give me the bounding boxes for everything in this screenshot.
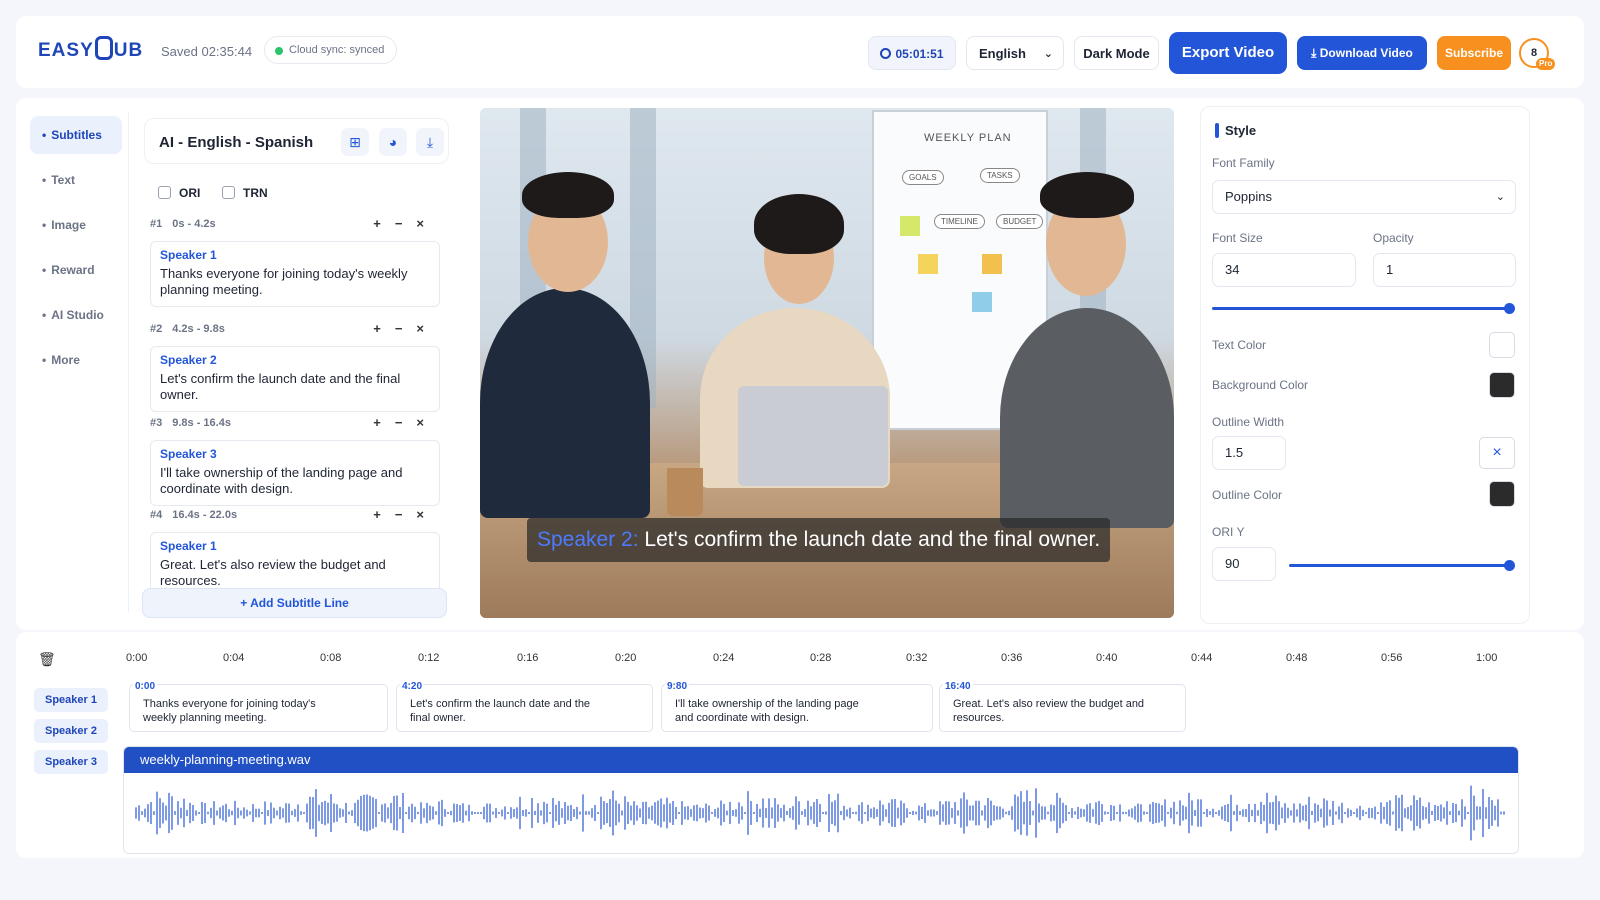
plus-icon[interactable]: + xyxy=(373,321,395,336)
audio-track[interactable]: weekly-planning-meeting.wav xyxy=(123,746,1519,854)
ori-y-slider[interactable] xyxy=(1289,560,1515,571)
timeline-clip[interactable]: 16:40 Great. Let's also review the budge… xyxy=(939,681,1186,732)
subtitle-item[interactable]: #2 4.2s - 9.8s +−× Speaker 2 Let's confir… xyxy=(150,320,440,412)
subtitle-item[interactable]: #1 0s - 4.2s +−× Speaker 1 Thanks everyon… xyxy=(150,215,440,307)
video-preview[interactable]: WEEKLY PLAN GOALS TASKS TIMELINE BUDGET … xyxy=(480,108,1174,618)
subtitle-box[interactable]: Speaker 1 Thanks everyone for joining to… xyxy=(150,241,440,307)
coffee-cup xyxy=(667,468,703,516)
subtitles-header: AI - English - Spanish ⊞ ◕ ⤓ xyxy=(144,118,449,164)
nav-item-image[interactable]: Image xyxy=(30,206,122,244)
palette-icon[interactable]: ◕ xyxy=(379,128,407,156)
audio-file-name: weekly-planning-meeting.wav xyxy=(124,747,1518,773)
plus-icon[interactable]: + xyxy=(373,216,395,231)
trn-checkbox[interactable]: TRN xyxy=(222,186,268,200)
font-size-input[interactable]: 34 xyxy=(1212,253,1356,287)
font-family-select[interactable]: Poppins ⌄ xyxy=(1212,180,1516,214)
save-status: Saved 02:35:44 xyxy=(161,44,253,59)
outline-width-input[interactable]: 1.5 xyxy=(1212,436,1286,470)
close-icon[interactable]: × xyxy=(416,507,438,522)
divider xyxy=(128,112,129,612)
person-right xyxy=(1000,308,1174,528)
export-video-button[interactable]: Export Video xyxy=(1169,32,1287,74)
laptop xyxy=(738,386,888,486)
subtitle-box[interactable]: Speaker 3 I'll take ownership of the lan… xyxy=(150,440,440,506)
opacity-input[interactable]: 1 xyxy=(1373,253,1516,287)
speaker-track-button[interactable]: Speaker 1 xyxy=(34,688,108,712)
audio-waveform[interactable] xyxy=(134,781,1510,845)
ori-y-input[interactable]: 90 xyxy=(1212,547,1276,581)
slider-knob[interactable] xyxy=(1504,560,1515,571)
close-icon[interactable]: × xyxy=(416,216,438,231)
subtitle-box[interactable]: Speaker 2 Let's confirm the launch date … xyxy=(150,346,440,412)
slider-knob[interactable] xyxy=(1504,303,1515,314)
text-color-swatch[interactable] xyxy=(1489,332,1515,358)
ori-checkbox[interactable]: ORI xyxy=(158,186,200,200)
nav-item-text[interactable]: Text xyxy=(30,161,122,199)
timeline-clip[interactable]: 4:20 Let's confirm the launch date and t… xyxy=(396,681,653,732)
subtitles-panel: AI - English - Spanish ⊞ ◕ ⤓ ORI TRN #1 0… xyxy=(142,118,449,618)
outline-color-swatch[interactable] xyxy=(1489,481,1515,507)
subscribe-button[interactable]: Subscribe xyxy=(1437,36,1511,70)
layout-icon[interactable]: ⊞ xyxy=(341,128,369,156)
avatar[interactable]: 8 Pro xyxy=(1519,38,1556,70)
app-logo[interactable]: EASY UB xyxy=(38,36,143,62)
plus-icon[interactable]: + xyxy=(373,507,395,522)
timer-display: 05:01:51 xyxy=(868,36,956,70)
dark-mode-button[interactable]: Dark Mode xyxy=(1074,36,1159,70)
chevron-down-icon: ⌄ xyxy=(1043,48,1053,60)
timeline-panel: 🗑 0:00 0:04 0:08 0:12 0:16 0:20 0:24 0:2… xyxy=(16,632,1584,858)
close-icon[interactable]: × xyxy=(416,321,438,336)
chevron-down-icon: ⌄ xyxy=(1495,191,1505,203)
timeline-clip[interactable]: 9:80 I'll take ownership of the landing … xyxy=(661,681,933,732)
minus-icon[interactable]: − xyxy=(395,216,417,231)
plus-icon[interactable]: + xyxy=(373,415,395,430)
opacity-slider[interactable] xyxy=(1212,303,1515,314)
background-color-swatch[interactable] xyxy=(1489,372,1515,398)
subtitle-item[interactable]: #3 9.8s - 16.4s +−× Speaker 3 I'll take o… xyxy=(150,414,440,506)
nav-item-reward[interactable]: Reward xyxy=(30,251,122,289)
subtitle-caption[interactable]: Speaker 2: Let's confirm the launch date… xyxy=(527,518,1111,562)
side-nav: Subtitles Text Image Reward AI Studio Mo… xyxy=(30,116,122,386)
download-video-button[interactable]: ⤓ Download Video xyxy=(1297,36,1427,70)
pro-badge: Pro xyxy=(1536,58,1556,70)
nav-item-subtitles[interactable]: Subtitles xyxy=(30,116,122,154)
language-select[interactable]: English ⌄ xyxy=(966,36,1064,70)
top-bar: EASY UB Saved 02:35:44 Cloud sync: synced… xyxy=(16,16,1584,88)
style-panel: Style Font Family Poppins ⌄ Font Size Opa… xyxy=(1200,106,1530,624)
style-title: Style xyxy=(1215,123,1256,138)
download-icon[interactable]: ⤓ xyxy=(416,128,444,156)
timeline-clip[interactable]: 0:00 Thanks everyone for joining today's… xyxy=(129,681,388,732)
editor-panel: Subtitles Text Image Reward AI Studio Mo… xyxy=(16,98,1584,630)
subtitle-item[interactable]: #4 16.4s - 22.0s +−× Speaker 1 Great. Let… xyxy=(150,506,440,598)
add-subtitle-line-button[interactable]: + Add Subtitle Line xyxy=(142,588,447,618)
nav-item-more[interactable]: More xyxy=(30,341,122,379)
logo-s-mark xyxy=(94,36,113,60)
nav-item-ai-studio[interactable]: AI Studio xyxy=(30,296,122,334)
minus-icon[interactable]: − xyxy=(395,321,417,336)
trash-icon[interactable]: 🗑 xyxy=(38,651,56,668)
close-icon[interactable]: × xyxy=(1479,437,1515,469)
minus-icon[interactable]: − xyxy=(395,415,417,430)
speaker-track-button[interactable]: Speaker 3 xyxy=(34,750,108,774)
clock-icon xyxy=(880,48,892,59)
cloud-sync-status: Cloud sync: synced xyxy=(264,36,398,64)
minus-icon[interactable]: − xyxy=(395,507,417,522)
person-left xyxy=(480,288,650,518)
speaker-track-button[interactable]: Speaker 2 xyxy=(34,719,108,743)
close-icon[interactable]: × xyxy=(416,415,438,430)
subtitles-title: AI - English - Spanish xyxy=(159,134,314,151)
download-icon: ⤓ xyxy=(1311,46,1320,60)
